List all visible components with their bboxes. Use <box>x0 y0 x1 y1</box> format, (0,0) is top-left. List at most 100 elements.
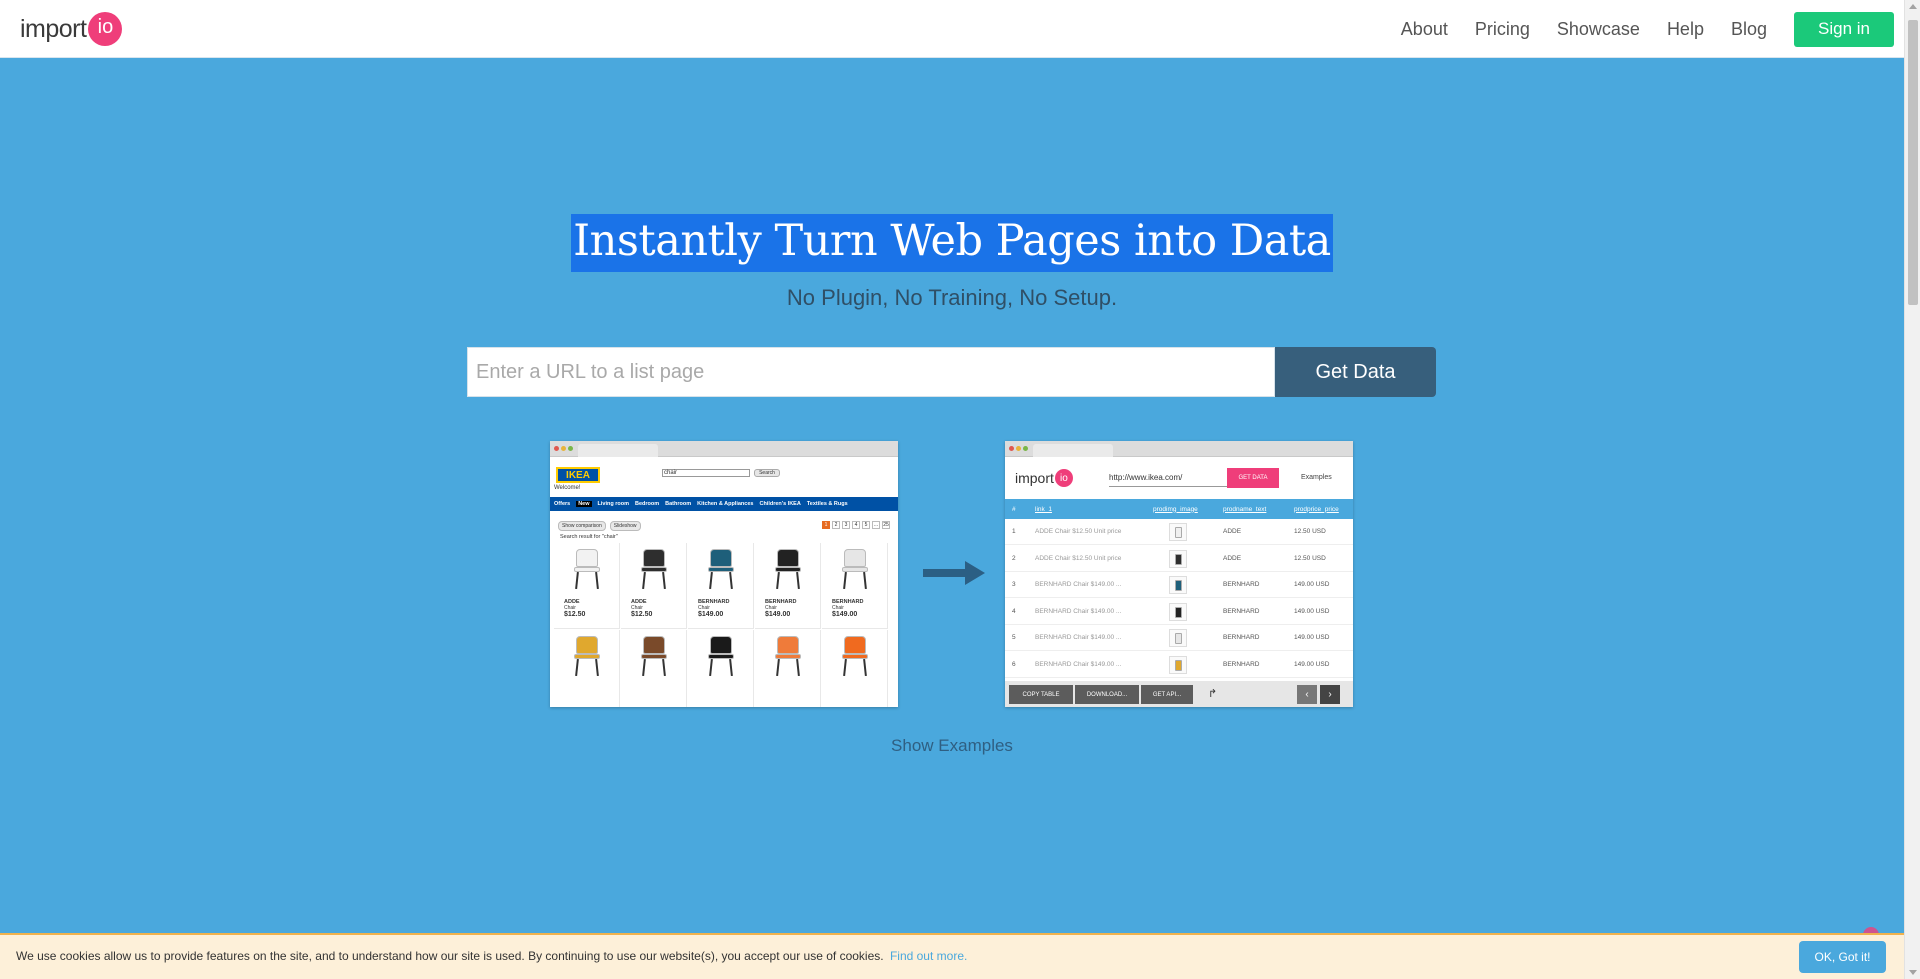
ikea-page: 1 <box>822 521 830 529</box>
close-dot-icon <box>554 446 559 451</box>
logo-text: import <box>20 14 87 43</box>
chair-leg <box>595 571 599 590</box>
ikea-page: 3 <box>842 521 850 529</box>
ikea-page: 2 <box>832 521 840 529</box>
chair-icon <box>708 549 734 590</box>
chair-thumbnail-icon <box>1169 602 1187 621</box>
app-cell-link: BERNHARD Chair $149.00 ... <box>1035 581 1122 588</box>
arrow-shaft <box>923 569 967 577</box>
app-get-data-button: GET DATA <box>1227 468 1279 488</box>
ikea-nav-item: Offers <box>554 501 571 507</box>
cookie-banner: We use cookies allow us to provide featu… <box>0 933 1904 979</box>
app-cell-link: ADDE Chair $12.50 Unit price <box>1035 528 1122 535</box>
chair-thumbnail-icon <box>1169 655 1187 674</box>
app-cell-price: 149.00 USD <box>1294 634 1330 641</box>
app-table-row: 3 BERNHARD Chair $149.00 ... BERNHARD 149.0… <box>1005 572 1353 598</box>
ikea-controls: Show comparison Slideshow <box>558 521 641 531</box>
chair-back <box>576 636 598 654</box>
chair-thumb-shape <box>1175 659 1182 671</box>
app-cell-link: BERNHARD Chair $149.00 ... <box>1035 634 1122 641</box>
ikea-product-price: $149.00 <box>832 611 858 618</box>
nav-help[interactable]: Help <box>1667 19 1704 40</box>
next-page-icon: › <box>1320 685 1340 704</box>
nav-pricing[interactable]: Pricing <box>1475 19 1530 40</box>
app-table-row: 5 BERNHARD Chair $149.00 ... BERNHARD 149.0… <box>1005 625 1353 651</box>
ikea-product-cell <box>621 630 687 707</box>
chair-leg <box>709 658 713 677</box>
chair-back <box>643 549 665 567</box>
get-data-button[interactable]: Get Data <box>1275 347 1436 397</box>
ikea-product-cell: BERNHARD Chair $149.00 <box>755 543 821 629</box>
cookie-find-out-more-link[interactable]: Find out more. <box>890 949 967 963</box>
chair-icon <box>842 549 868 590</box>
chair-leg <box>796 658 800 677</box>
ikea-product-cell: BERNHARD Chair $149.00 <box>688 543 754 629</box>
chair-leg <box>843 658 847 677</box>
ikea-product-grid: ADDE Chair $12.50 ADDE Chair $12.50 BERNHARD Ch… <box>554 543 894 707</box>
chair-thumbnail-icon <box>1169 549 1187 568</box>
chair-leg <box>575 571 579 590</box>
ikea-product-price: $149.00 <box>765 611 791 618</box>
nav-showcase[interactable]: Showcase <box>1557 19 1640 40</box>
ikea-result-text: Search result for "chair" <box>560 534 618 540</box>
chair-leg <box>662 571 666 590</box>
show-examples-link[interactable]: Show Examples <box>0 736 1904 756</box>
ikea-logo: IKEA <box>556 467 600 483</box>
ikea-control: Slideshow <box>609 521 641 531</box>
chair-leg <box>863 658 867 677</box>
ikea-welcome: Welcome! <box>554 485 581 491</box>
app-cell-price: 149.00 USD <box>1294 660 1330 668</box>
navbar: import io About Pricing Showcase Help Bl… <box>0 0 1904 58</box>
ikea-page: 25 <box>882 521 890 529</box>
ikea-page: 5 <box>862 521 870 529</box>
ikea-product-price: $12.50 <box>631 611 653 618</box>
page-scrollbar[interactable] <box>1904 0 1920 979</box>
get-api-button: GET API... <box>1141 685 1193 704</box>
maximize-dot-icon <box>568 446 573 451</box>
minimize-dot-icon <box>1016 446 1021 451</box>
ikea-nav-item: Children's IKEA <box>759 501 801 507</box>
scroll-up-arrow-icon[interactable] <box>1909 4 1917 9</box>
ikea-search-input: chair <box>662 469 750 477</box>
scroll-down-arrow-icon[interactable] <box>1909 970 1917 975</box>
chair-leg <box>595 658 599 677</box>
app-cell-n: 4 <box>1012 607 1016 615</box>
ikea-product-cell: BERNHARD Chair $149.00 <box>822 543 888 629</box>
chair-back <box>777 636 799 654</box>
scroll-thumb[interactable] <box>1908 20 1918 305</box>
cookie-ok-button[interactable]: OK, Got it! <box>1799 941 1886 973</box>
chair-back <box>777 549 799 567</box>
app-logo-text: import <box>1015 470 1054 486</box>
app-table-row: 2 ADDE Chair $12.50 Unit price ADDE 12.50 U… <box>1005 546 1353 572</box>
ikea-product-price: $12.50 <box>564 611 586 618</box>
ikea-page: ... <box>872 521 880 529</box>
nav-about[interactable]: About <box>1401 19 1448 40</box>
app-header-cell: prodname_text <box>1223 505 1267 513</box>
arrow-head <box>965 561 985 585</box>
chair-leg <box>709 571 713 590</box>
chair-leg <box>776 571 780 590</box>
chair-leg <box>662 658 666 677</box>
nav-blog[interactable]: Blog <box>1731 19 1767 40</box>
app-url-field: http://www.ikea.com/ <box>1109 471 1229 487</box>
ikea-nav-item: Living room <box>597 501 629 507</box>
chair-leg <box>642 658 646 677</box>
ikea-product-cell <box>688 630 754 707</box>
app-cell-link: ADDE Chair $12.50 Unit price <box>1035 554 1122 562</box>
logo[interactable]: import io <box>20 12 123 46</box>
ikea-nav-item: Textiles & Rugs <box>806 501 848 507</box>
app-table-row: 1 ADDE Chair $12.50 Unit price ADDE 12.50 U… <box>1005 519 1353 545</box>
chair-leg <box>729 658 733 677</box>
signin-button[interactable]: Sign in <box>1794 11 1894 47</box>
app-cell-price: 12.50 USD <box>1294 554 1326 562</box>
logo-circle: io <box>88 12 123 46</box>
chair-thumb-shape <box>1175 553 1182 565</box>
ikea-nav-item: Bathroom <box>665 501 692 507</box>
chair-leg <box>575 658 579 677</box>
app-cell-price: 12.50 USD <box>1294 528 1326 535</box>
app-footer: COPY TABLE DOWNLOAD... GET API... ↱ ‹ › <box>1005 681 1353 707</box>
cookie-message: We use cookies allow us to provide featu… <box>16 949 884 963</box>
url-input[interactable] <box>467 347 1275 397</box>
chair-back <box>710 636 732 654</box>
chair-thumb-shape <box>1175 527 1182 538</box>
